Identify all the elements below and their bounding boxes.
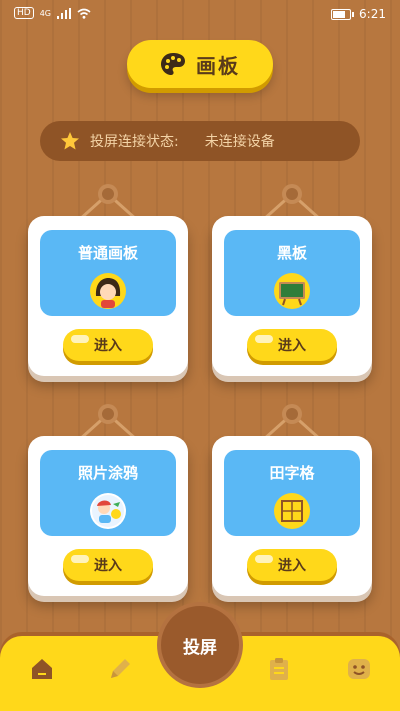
card-label: 普通画板 [77, 244, 138, 262]
card-label: 黑板 [276, 244, 307, 262]
smile-icon[interactable] [346, 656, 372, 682]
card-label: 照片涂鸦 [77, 464, 138, 482]
enter-button[interactable]: 进入 [63, 329, 153, 361]
home-icon[interactable] [29, 656, 55, 682]
battery-icon [331, 8, 355, 20]
card-body: 田字格 进入 [212, 436, 372, 596]
card-panel[interactable]: 黑板 [224, 230, 360, 316]
card-grid-paper: 田字格 进入 [212, 404, 372, 621]
card-normal-board: 普通画板 进入 [28, 184, 188, 401]
connection-label: 投屏连接状态: [90, 134, 179, 150]
clock: 6:21 [359, 7, 386, 21]
card-photo-doodle: 照片涂鸦 进入 [28, 404, 188, 621]
card-label: 田字格 [269, 464, 315, 482]
palette-icon [161, 53, 185, 75]
card-body: 照片涂鸦 进入 [28, 436, 188, 596]
signal-icon [57, 7, 71, 19]
photo-doodle-icon [90, 493, 126, 529]
connection-status-bar: 投屏连接状态: 未连接设备 [40, 121, 360, 161]
enter-button[interactable]: 进入 [247, 549, 337, 581]
title-banner: 画板 [127, 40, 273, 88]
card-panel[interactable]: 田字格 [224, 450, 360, 536]
card-body: 黑板 进入 [212, 216, 372, 376]
girl-avatar-icon [90, 273, 126, 309]
cast-button[interactable]: 投屏 [161, 606, 239, 684]
signal-type: 4G [39, 8, 51, 18]
enter-button[interactable]: 进入 [247, 329, 337, 361]
connection-value: 未连接设备 [204, 134, 275, 150]
grid-icon [274, 493, 310, 529]
enter-button[interactable]: 进入 [63, 549, 153, 581]
star-icon [61, 132, 79, 150]
system-status-bar: HD 4G 6:21 [0, 0, 400, 28]
hd-indicator: HD [14, 7, 34, 19]
card-panel[interactable]: 普通画板 [40, 230, 176, 316]
clipboard-icon[interactable] [266, 656, 292, 682]
wifi-icon [77, 8, 91, 19]
card-panel[interactable]: 照片涂鸦 [40, 450, 176, 536]
card-blackboard: 黑板 进入 [212, 184, 372, 401]
page-title: 画板 [196, 53, 240, 78]
card-body: 普通画板 进入 [28, 216, 188, 376]
pencil-icon[interactable] [107, 656, 133, 682]
chalkboard-icon [274, 273, 310, 309]
